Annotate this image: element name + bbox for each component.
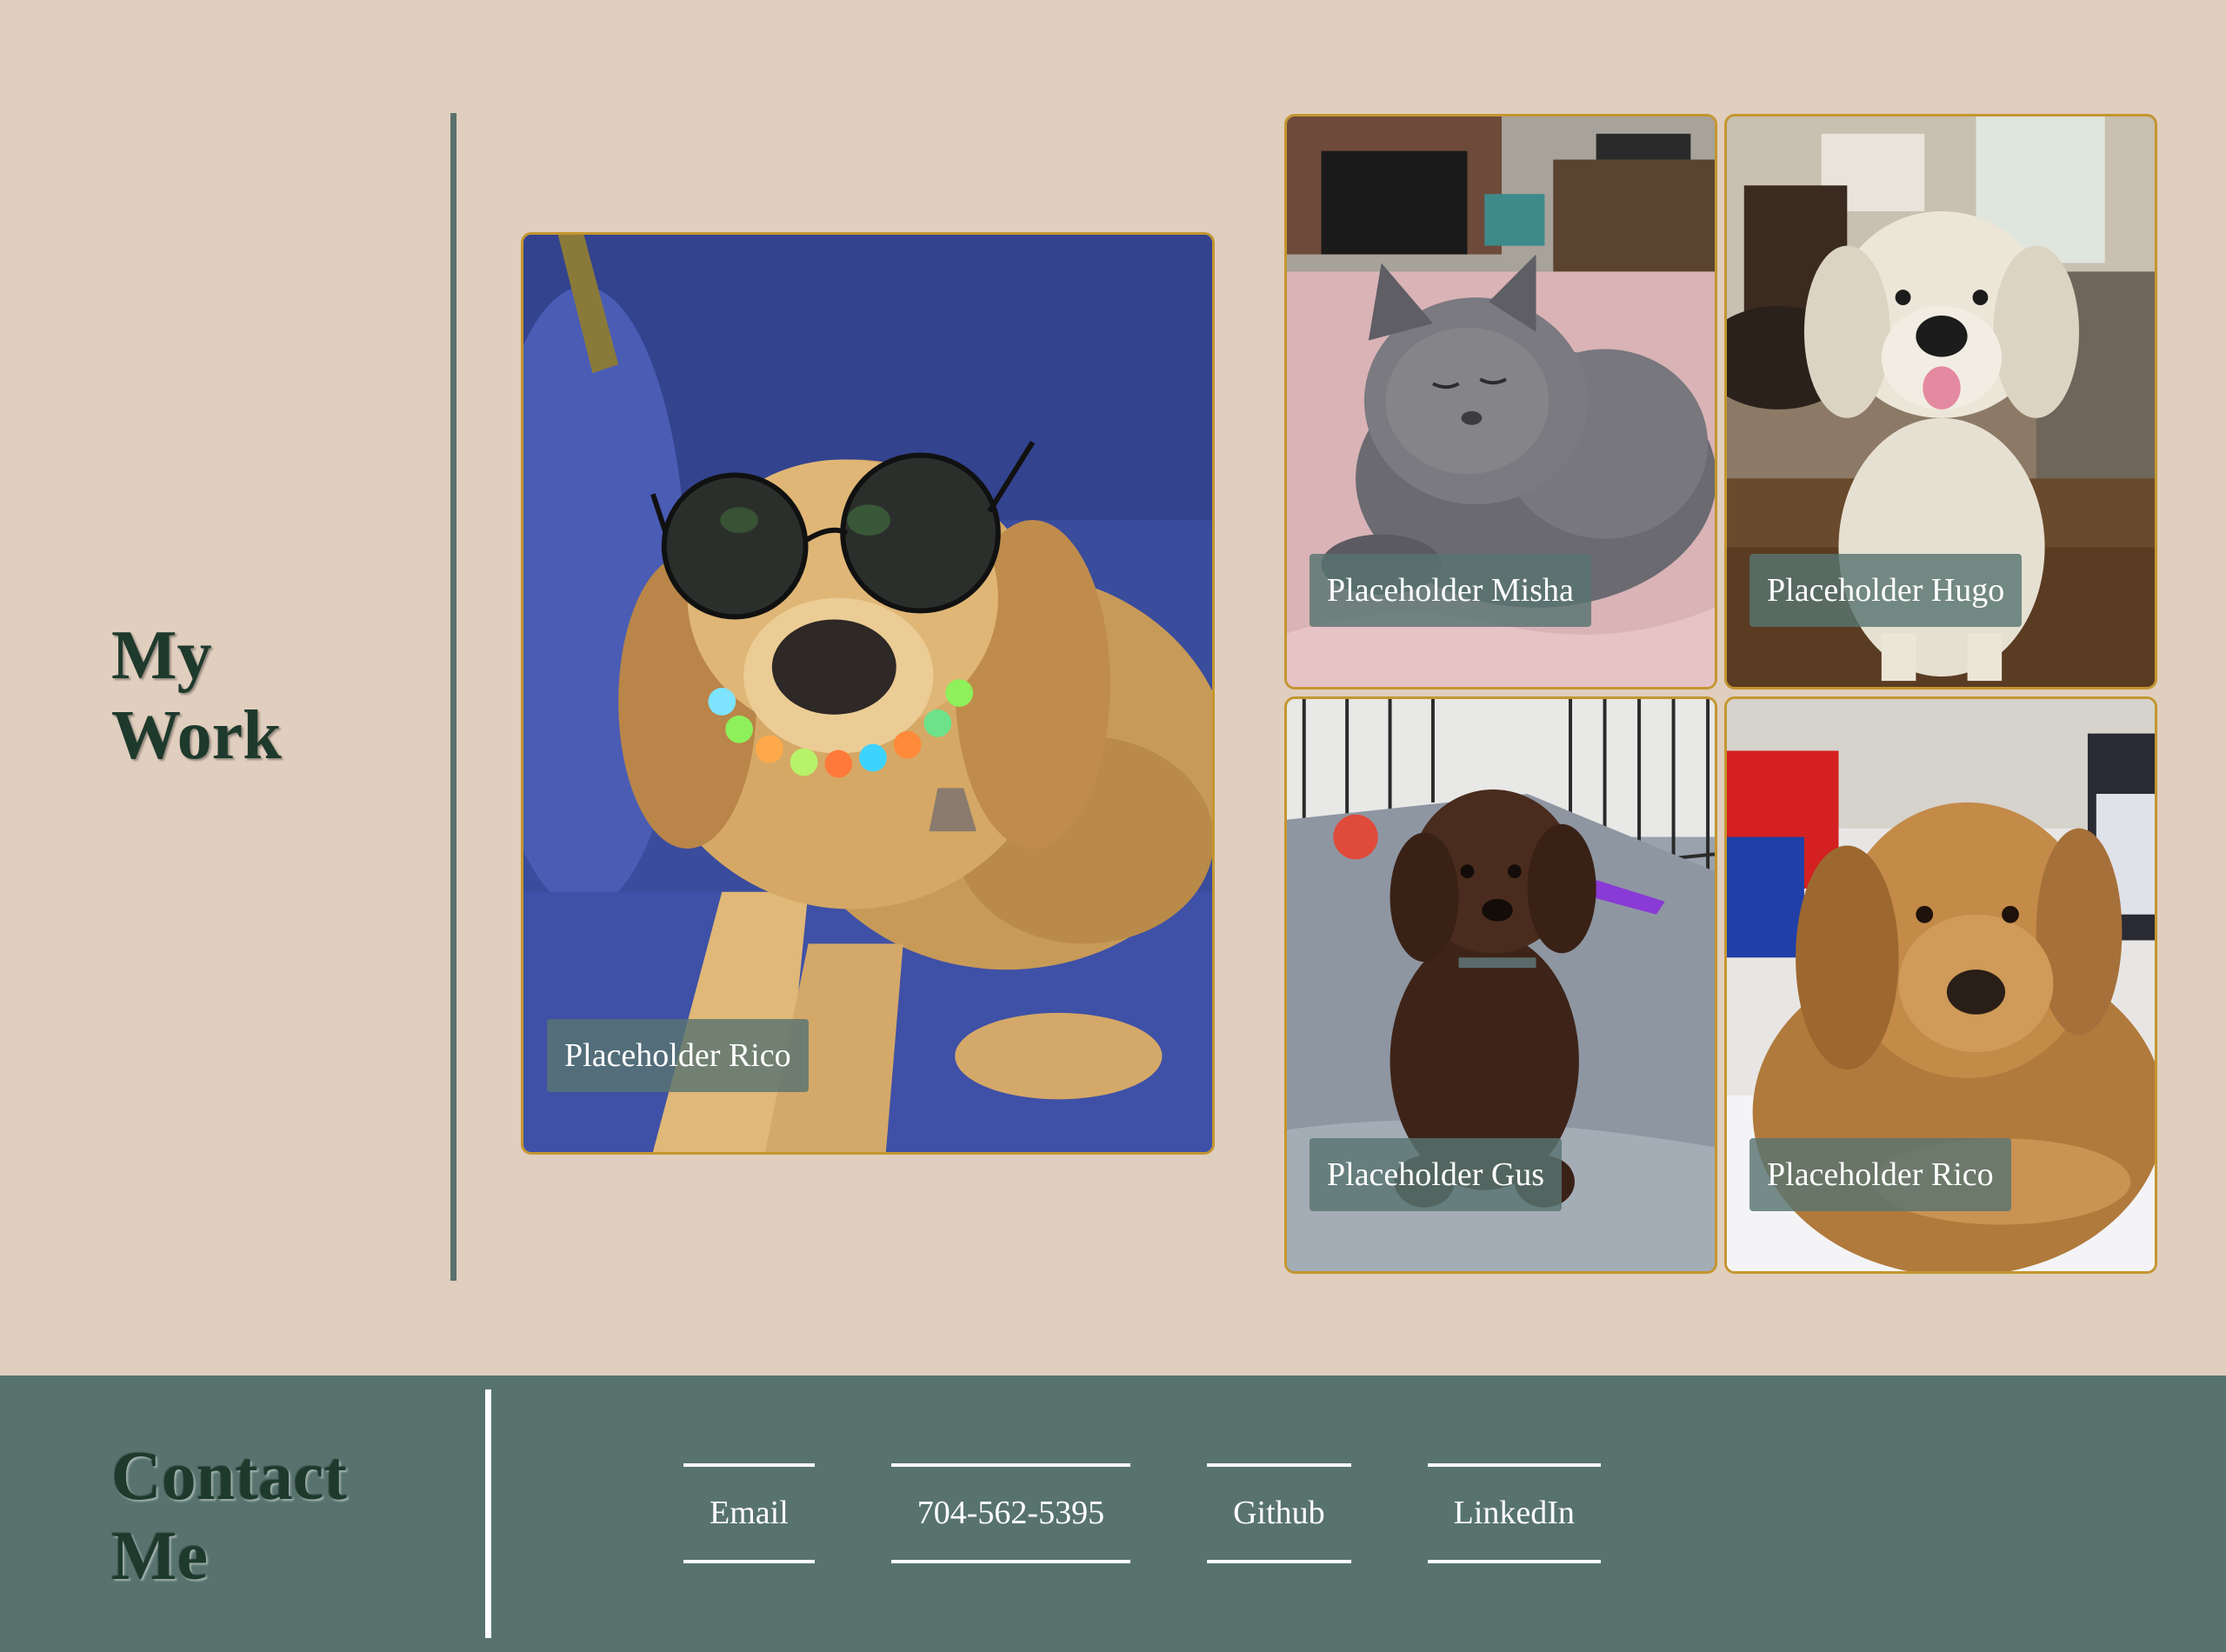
- contact-links: Email 704-562-5395 Github LinkedIn: [683, 1463, 1601, 1563]
- work-section: My Work Placeholder Rico Placeholder Mis…: [0, 0, 2226, 1376]
- gallery-card-misha[interactable]: Placeholder Misha: [1284, 114, 1717, 689]
- gallery-card-hugo[interactable]: Placeholder Hugo: [1724, 114, 2157, 689]
- github-link[interactable]: Github: [1207, 1463, 1351, 1563]
- phone-link[interactable]: 704-562-5395: [890, 1463, 1131, 1563]
- work-divider: [450, 113, 457, 1281]
- gallery-caption: Placeholder Hugo: [1749, 554, 2023, 627]
- email-link[interactable]: Email: [683, 1463, 815, 1563]
- linkedin-link[interactable]: LinkedIn: [1427, 1463, 1601, 1563]
- contact-divider: [485, 1389, 491, 1638]
- contact-section: Contact Me Email 704-562-5395 Github Lin…: [0, 1376, 2226, 1652]
- gallery-caption: Placeholder Rico: [547, 1019, 809, 1092]
- gallery-card-gus[interactable]: Placeholder Gus: [1284, 696, 1717, 1274]
- work-heading: My Work: [111, 617, 282, 774]
- contact-heading: Contact Me: [111, 1438, 348, 1595]
- gallery-card-rico-small[interactable]: Placeholder Rico: [1724, 696, 2157, 1274]
- gallery-caption: Placeholder Gus: [1310, 1138, 1563, 1211]
- gallery-card-rico-large[interactable]: Placeholder Rico: [521, 232, 1215, 1155]
- gallery-caption: Placeholder Rico: [1749, 1138, 2011, 1211]
- dog-photo: [523, 235, 1212, 1152]
- gallery-caption: Placeholder Misha: [1310, 554, 1591, 627]
